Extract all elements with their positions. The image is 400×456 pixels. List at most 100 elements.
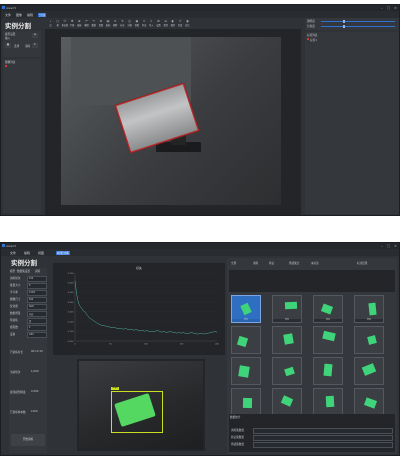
minimize-icon[interactable]: – bbox=[381, 6, 383, 10]
tool-icon: ≡ bbox=[164, 19, 167, 23]
maximize-icon[interactable]: □ bbox=[387, 6, 390, 10]
tool-label: 查看 bbox=[134, 24, 140, 27]
tool-7[interactable]: ⧉ 复制 bbox=[97, 19, 104, 28]
menu-image[interactable]: 图像 bbox=[15, 13, 23, 18]
refresh-icon[interactable]: ↻ bbox=[32, 43, 38, 48]
grid-tab-3[interactable]: 测试集合 bbox=[289, 261, 299, 265]
grid-tab-0[interactable]: 全部 bbox=[231, 261, 236, 265]
training-settings-panel: 模型 数据集设置 训练 训练轮次 100 批量大小 8 学习率 0.001 图像尺寸 640 优… bbox=[9, 268, 47, 453]
list-item-marker[interactable] bbox=[5, 65, 7, 67]
sample-thumbnail[interactable] bbox=[354, 326, 384, 354]
tool-1[interactable]: □ 框 bbox=[54, 20, 61, 28]
sample-thumbnail[interactable] bbox=[313, 357, 343, 385]
sample-thumbnail[interactable] bbox=[354, 357, 384, 385]
tool-4[interactable]: ⊕ 缩放 bbox=[76, 20, 83, 28]
param-field[interactable]: 640 bbox=[27, 296, 47, 303]
tool-16[interactable]: ≡ 类别 bbox=[162, 19, 169, 28]
tab-dataset[interactable]: 数据集设置 bbox=[17, 269, 30, 273]
param-field[interactable]: 4 bbox=[27, 324, 47, 331]
add-button[interactable]: ⊕ bbox=[32, 33, 38, 38]
canvas-area bbox=[45, 29, 301, 215]
clear-label[interactable]: 清除 bbox=[25, 44, 30, 48]
param-field[interactable]: 开启 bbox=[27, 310, 47, 317]
tool-8[interactable]: ▤ 粘贴 bbox=[105, 20, 112, 28]
menu-view[interactable]: 视图 bbox=[37, 251, 45, 256]
menu-file[interactable]: 文件 bbox=[9, 251, 17, 256]
sample-thumbnail[interactable]: 样本 bbox=[354, 295, 384, 323]
param-field[interactable]: SGD bbox=[27, 303, 47, 310]
tool-19[interactable]: ◑ 对比 bbox=[184, 20, 191, 28]
param-label: 优化器 bbox=[10, 305, 18, 308]
param-field[interactable]: 100 bbox=[27, 275, 47, 282]
start-training-button[interactable]: 开始训练 bbox=[11, 434, 45, 446]
sample-thumbnail[interactable] bbox=[231, 357, 261, 385]
maximize-icon[interactable]: □ bbox=[387, 244, 390, 248]
tool-label: 颜色 bbox=[170, 24, 176, 27]
tool-5[interactable]: ↶ 撤销 bbox=[83, 20, 90, 28]
menu-model-training[interactable]: 模型训练 bbox=[56, 250, 70, 255]
tool-2[interactable]: ⬠ 多边形 bbox=[61, 20, 69, 28]
tool-icon: ⧉ bbox=[99, 19, 102, 23]
param-label: 设备 bbox=[10, 333, 16, 336]
segment-slider[interactable] bbox=[321, 26, 395, 27]
sample-thumbnail[interactable]: 样本 bbox=[231, 295, 261, 323]
sample-thumbnail[interactable] bbox=[354, 388, 384, 416]
grid-tab-2[interactable]: 验证 bbox=[269, 261, 274, 265]
tool-14[interactable]: ⇩ 导入 bbox=[148, 20, 155, 28]
tool-15[interactable]: ⚙ 设置 bbox=[155, 20, 162, 28]
mask-shape bbox=[325, 395, 335, 408]
tool-9[interactable]: ✕ 删除 bbox=[112, 20, 119, 28]
stat-value: 0.000 bbox=[31, 390, 39, 393]
sample-thumbnail[interactable] bbox=[313, 388, 343, 416]
menu-edit[interactable]: 编辑 bbox=[23, 251, 31, 256]
minimize-icon[interactable]: – bbox=[381, 244, 383, 248]
label-item[interactable]: 标签1 bbox=[310, 38, 317, 42]
tool-3[interactable]: ✥ 平移 bbox=[69, 20, 76, 28]
menu-edit[interactable]: 编辑 bbox=[26, 13, 34, 18]
folder-icon[interactable]: ▣ bbox=[5, 43, 11, 48]
segment-slider-knob[interactable] bbox=[343, 25, 345, 28]
close-icon[interactable]: × bbox=[394, 6, 397, 10]
sample-thumbnail[interactable] bbox=[272, 388, 302, 416]
tool-6[interactable]: ↷ 重做 bbox=[90, 20, 97, 28]
tool-label: 撤销 bbox=[84, 24, 89, 27]
menu-segment[interactable]: 分割 bbox=[38, 12, 46, 17]
opacity-slider-knob[interactable] bbox=[343, 20, 345, 23]
annotation-window: Aisan5 – □ × 文件 图像 编辑 分割 实例分割 • 点 □ 框 ⬠ 多边形 ✥ 平… bbox=[0, 4, 400, 216]
image-canvas[interactable] bbox=[61, 37, 281, 205]
close-icon[interactable]: × bbox=[394, 244, 397, 248]
tool-label: 导出 bbox=[141, 24, 147, 27]
grid-tab-1[interactable]: 训练 bbox=[253, 261, 258, 265]
tab-train[interactable]: 训练 bbox=[35, 269, 40, 273]
preview-image[interactable]: Target bbox=[79, 361, 203, 449]
param-field[interactable]: 是 bbox=[27, 317, 47, 324]
sample-thumbnail[interactable] bbox=[313, 326, 343, 354]
param-field[interactable]: 0.001 bbox=[27, 289, 47, 296]
tab-model[interactable]: 模型 bbox=[10, 269, 15, 273]
sample-thumbnail[interactable] bbox=[231, 326, 261, 354]
sample-thumbnail[interactable]: 样本 bbox=[272, 295, 302, 323]
tool-17[interactable]: ◐ 颜色 bbox=[169, 20, 176, 28]
mask-shape bbox=[280, 395, 294, 407]
tool-13[interactable]: ⇪ 导出 bbox=[141, 20, 148, 28]
param-field[interactable]: 8 bbox=[27, 282, 47, 289]
grid-tab-5[interactable]: 标注结果 bbox=[357, 261, 367, 265]
tool-18[interactable]: ☼ 亮度 bbox=[177, 20, 184, 28]
sample-thumbnail[interactable]: 样本 bbox=[313, 295, 343, 323]
opacity-slider[interactable] bbox=[321, 21, 395, 22]
tool-12[interactable]: ◉ 查看 bbox=[133, 20, 140, 28]
param-field[interactable]: GPU bbox=[27, 331, 47, 338]
grid-tab-4[interactable]: 未标注 bbox=[311, 261, 319, 265]
menu-bar: 文件 图像 编辑 分割 bbox=[1, 11, 399, 18]
sample-thumbnail[interactable] bbox=[231, 388, 261, 416]
tool-10[interactable]: ✎ 标注 bbox=[119, 20, 126, 28]
tool-0[interactable]: • 点 bbox=[47, 20, 54, 28]
menu-file[interactable]: 文件 bbox=[4, 13, 12, 18]
param-label: 学习率 bbox=[10, 291, 18, 294]
tool-11[interactable]: ◫ 分割 bbox=[126, 20, 133, 28]
select-label[interactable]: 选择 bbox=[14, 44, 19, 48]
thumb-caption: 样本 bbox=[273, 319, 301, 322]
sample-thumbnail[interactable] bbox=[272, 357, 302, 385]
y-tick-label: 0.500 bbox=[68, 292, 74, 294]
sample-thumbnail[interactable] bbox=[272, 326, 302, 354]
